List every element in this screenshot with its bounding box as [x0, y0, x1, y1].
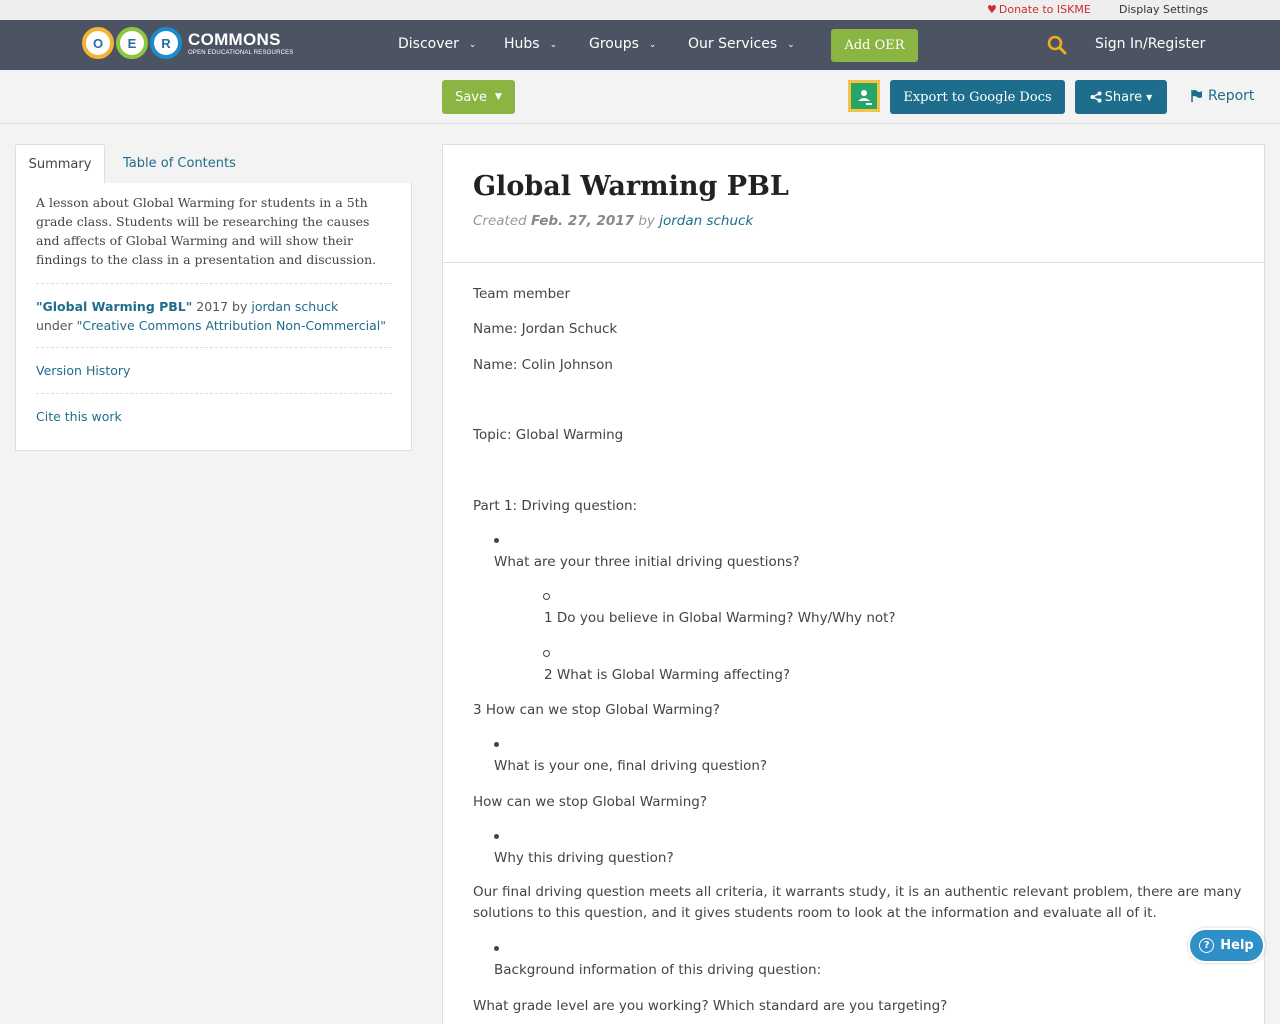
chevron-down-icon: ⌄ — [468, 40, 477, 50]
report-link[interactable]: Report — [1190, 88, 1254, 104]
author-link[interactable]: jordan schuck — [659, 213, 753, 229]
chevron-down-icon: ⌄ — [549, 40, 558, 50]
cite-this-work-link[interactable]: Cite this work — [36, 409, 122, 424]
resource-meta: Created Feb. 27, 2017 by jordan schuck — [473, 213, 754, 229]
paragraph: How can we stop Global Warming? — [473, 794, 707, 810]
bullet — [543, 593, 550, 600]
share-icon — [1090, 91, 1102, 103]
chevron-down-icon: ⌄ — [787, 40, 795, 50]
caret-down-icon: ▼ — [1146, 92, 1153, 102]
resource-content: Global Warming PBL Created Feb. 27, 2017… — [442, 144, 1265, 1024]
tab-summary[interactable]: Summary — [15, 144, 105, 184]
list-item: 1 Do you believe in Global Warming? Why/… — [544, 610, 896, 626]
list-item: Why this driving question? — [494, 850, 674, 866]
sign-in-register-link[interactable]: Sign In/Register — [1095, 36, 1205, 52]
chevron-down-icon: ⌄ — [648, 40, 657, 50]
list-item: Background information of this driving q… — [494, 962, 822, 978]
bullet — [494, 946, 499, 951]
name-line: Name: Jordan Schuck — [473, 321, 618, 337]
license-link[interactable]: "Creative Commons Attribution Non-Commer… — [77, 318, 386, 333]
bullet — [494, 834, 499, 839]
paragraph: Our final driving question meets all cri… — [473, 884, 1242, 921]
list-item: What are your three initial driving ques… — [494, 554, 800, 570]
oer-commons-logo[interactable]: O E R COMMONS OPEN EDUCATIONAL RESOURCES — [82, 26, 294, 60]
question-icon: ? — [1199, 938, 1215, 953]
version-history-link[interactable]: Version History — [36, 363, 130, 378]
logo-o: O — [82, 27, 114, 59]
team-member-heading: Team member — [473, 286, 571, 302]
list-item: 2 What is Global Warming affecting? — [544, 667, 791, 683]
nav-groups[interactable]: Groups ⌄ — [589, 36, 656, 52]
export-google-docs-button[interactable]: Export to Google Docs — [890, 80, 1065, 114]
logo-r: R — [150, 27, 182, 59]
attribution-author-link[interactable]: jordan schuck — [251, 299, 338, 314]
divider — [36, 283, 392, 284]
divider — [36, 393, 392, 394]
bullet — [543, 650, 550, 657]
help-button[interactable]: ? Help — [1188, 928, 1265, 963]
add-oer-button[interactable]: Add OER — [831, 29, 918, 62]
utility-bar: ♥ Donate to ISKME Display Settings — [0, 0, 1280, 20]
display-settings-link[interactable]: Display Settings — [1119, 3, 1208, 16]
bullet — [494, 538, 499, 543]
bullet — [494, 742, 499, 747]
resource-header: Global Warming PBL Created Feb. 27, 2017… — [443, 145, 1264, 263]
part1-heading: Part 1: Driving question: — [473, 498, 638, 514]
name-line: Name: Colin Johnson — [473, 357, 613, 373]
caret-down-icon: ▼ — [495, 92, 502, 102]
nav-discover[interactable]: Discover ⌄ — [398, 36, 476, 52]
tab-table-of-contents[interactable]: Table of Contents — [123, 156, 236, 171]
divider — [36, 347, 392, 348]
google-classroom-icon[interactable] — [848, 80, 880, 112]
flag-icon — [1191, 90, 1202, 102]
save-button[interactable]: Save ▼ — [442, 80, 515, 114]
summary-panel: A lesson about Global Warming for studen… — [15, 183, 412, 451]
share-button[interactable]: Share ▼ — [1075, 80, 1167, 114]
paragraph: What grade level are you working? Which … — [473, 998, 948, 1014]
logo-e: E — [116, 27, 148, 59]
list-item: What is your one, final driving question… — [494, 758, 768, 774]
paragraph: 3 How can we stop Global Warming? — [473, 702, 720, 718]
created-date: Feb. 27, 2017 — [531, 213, 635, 229]
sidebar-tabs: Summary Table of Contents — [15, 144, 412, 184]
attribution: "Global Warming PBL" 2017 by jordan schu… — [36, 299, 386, 333]
top-navbar: O E R COMMONS OPEN EDUCATIONAL RESOURCES… — [0, 20, 1280, 70]
donate-link[interactable]: ♥ Donate to ISKME — [987, 3, 1091, 16]
heart-icon: ♥ — [987, 3, 997, 16]
nav-hubs[interactable]: Hubs ⌄ — [504, 36, 557, 52]
page-title: Global Warming PBL — [473, 171, 789, 202]
search-icon[interactable] — [1047, 35, 1067, 55]
resource-description: A lesson about Global Warming for studen… — [36, 195, 377, 267]
resource-toolbar: Save ▼ Export to Google Docs Share ▼ Repor… — [0, 70, 1280, 124]
logo-wordmark: COMMONS OPEN EDUCATIONAL RESOURCES — [188, 29, 294, 56]
nav-our-services[interactable]: Our Services ⌄ — [688, 36, 795, 52]
topic-line: Topic: Global Warming — [473, 427, 624, 443]
attribution-title-link[interactable]: "Global Warming PBL" — [36, 299, 192, 314]
